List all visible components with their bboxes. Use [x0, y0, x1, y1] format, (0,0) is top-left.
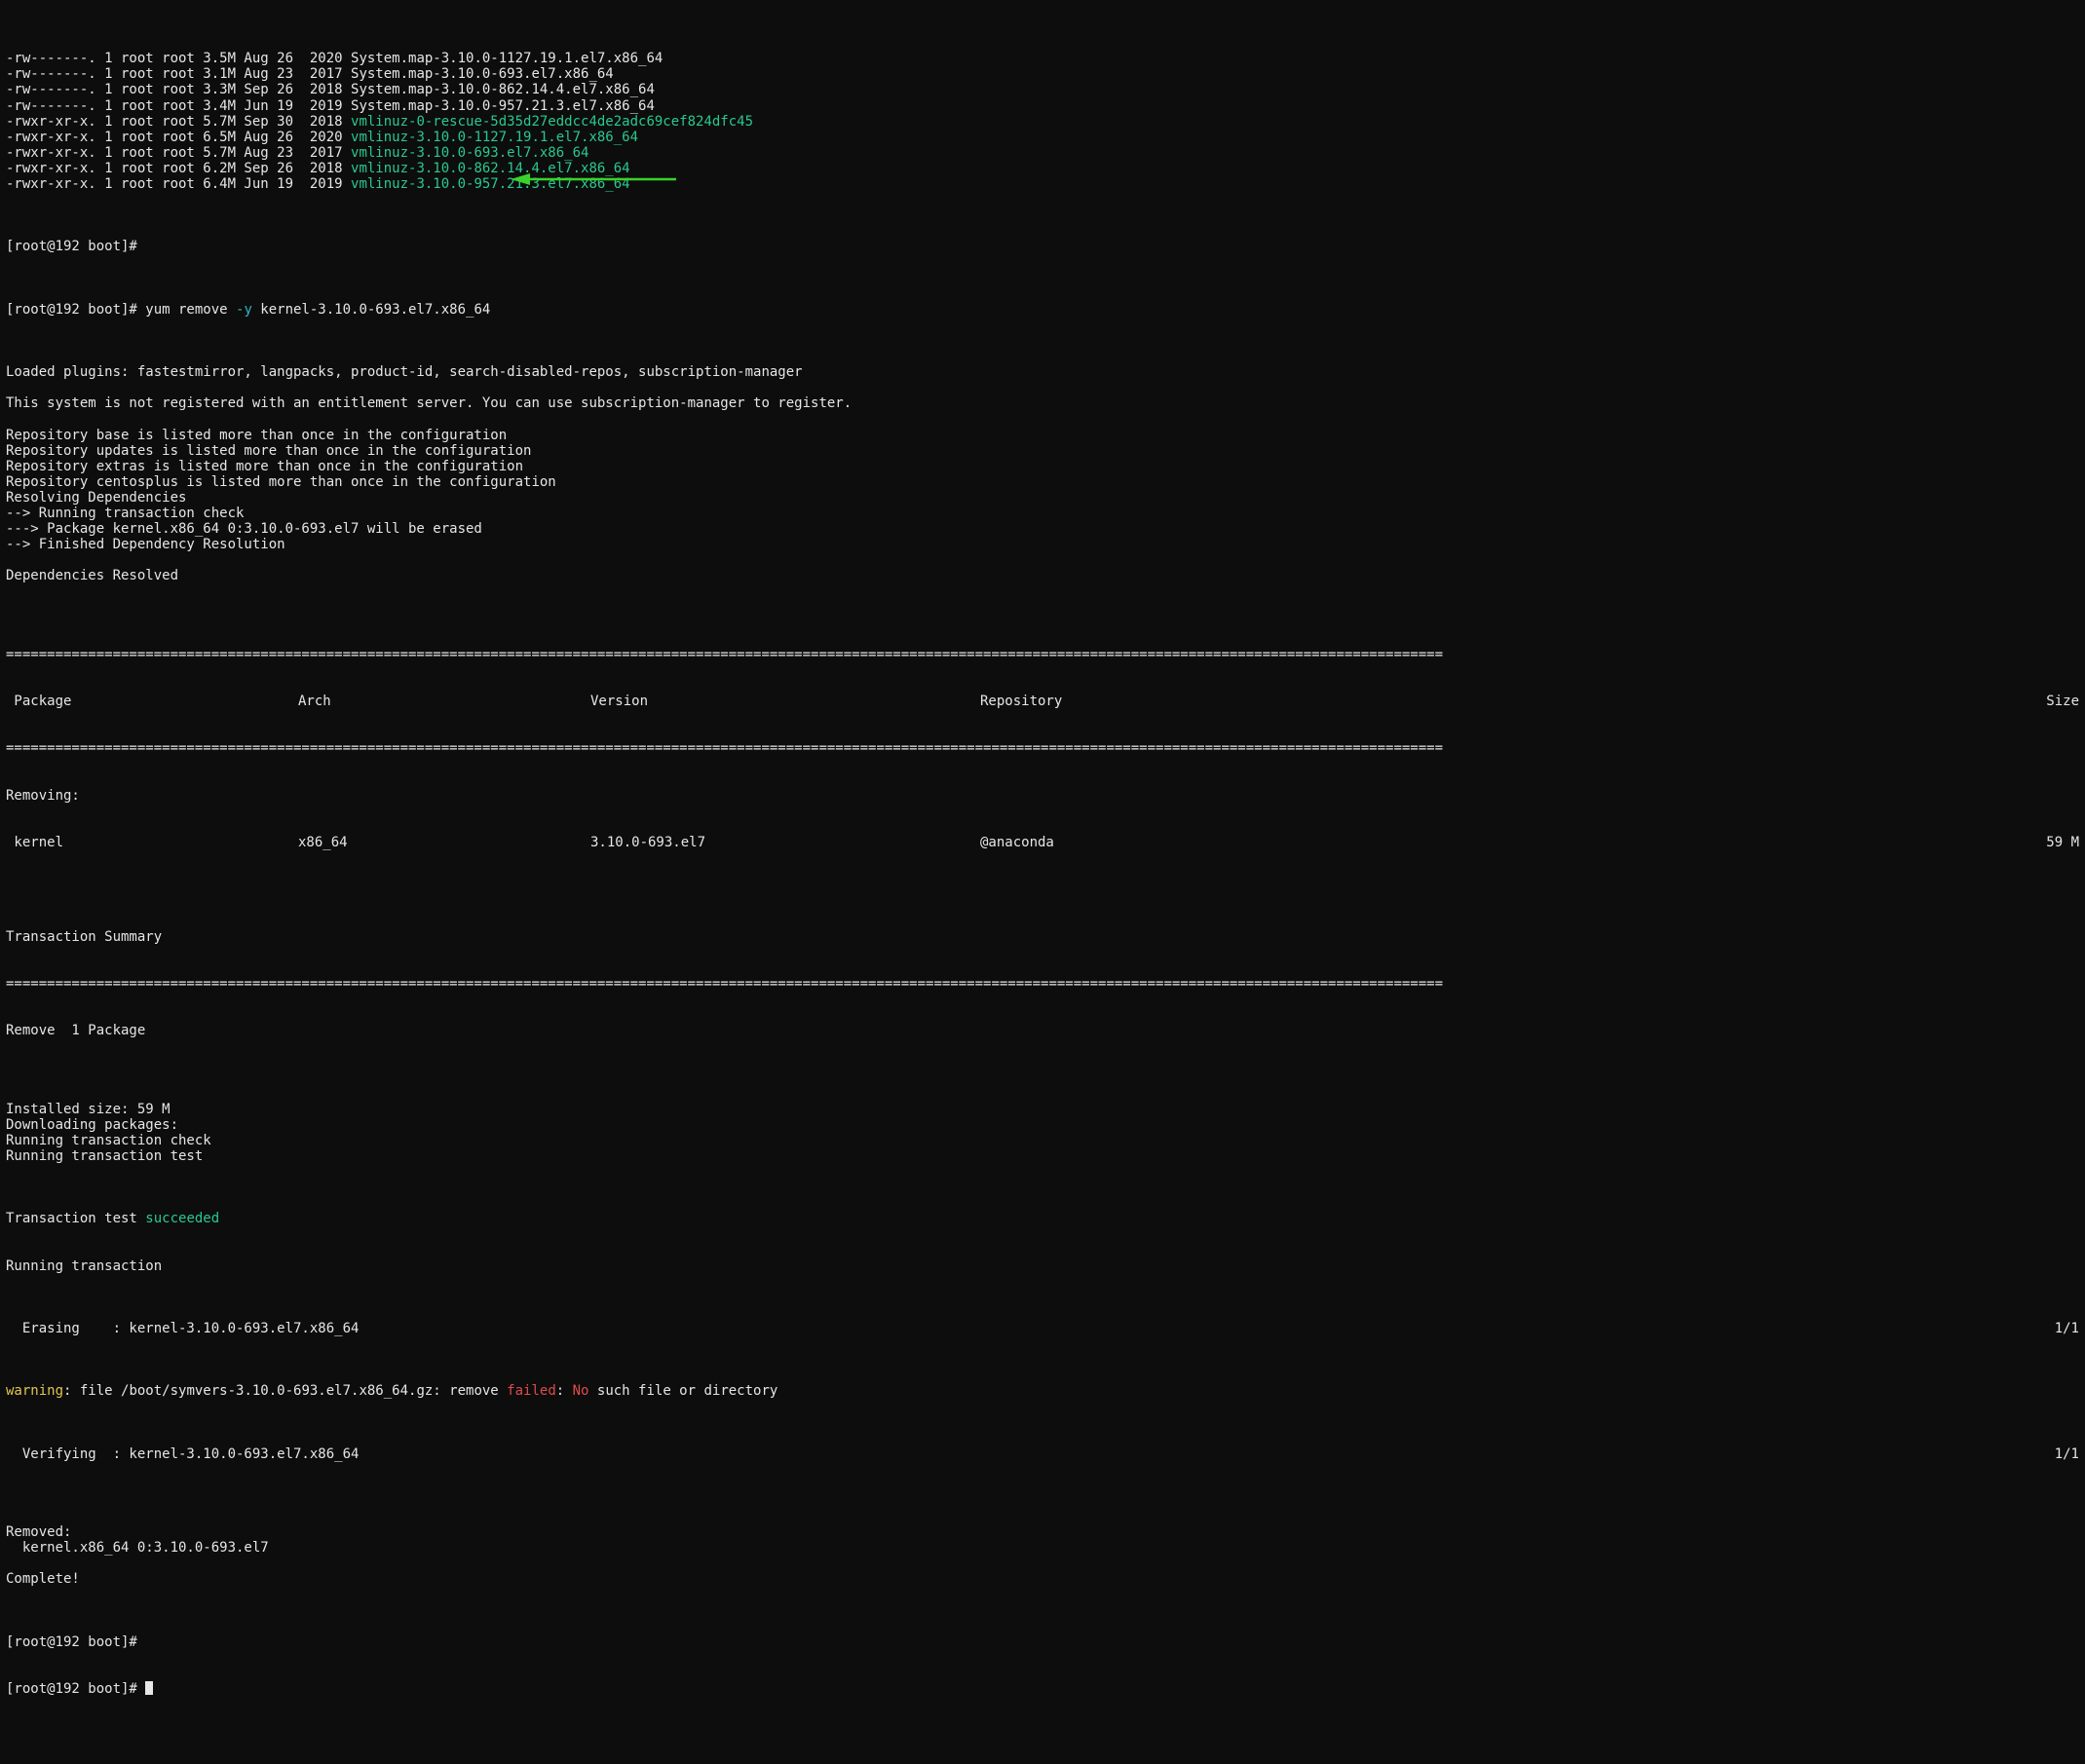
output-line: Resolving Dependencies [6, 490, 2079, 506]
ls-entry: -rwxr-xr-x. 1 root root 6.5M Aug 26 2020… [6, 130, 2079, 145]
output-line: Running transaction test [6, 1148, 2079, 1164]
package-name: kernel [6, 835, 298, 850]
table-header: Package Arch Version Repository Size [6, 694, 2079, 709]
ls-filename: System.map-3.10.0-693.el7.x86_64 [351, 66, 614, 82]
output-line: Repository base is listed more than once… [6, 428, 2079, 443]
output-line: This system is not registered with an en… [6, 395, 2079, 411]
output-line: Repository centosplus is listed more tha… [6, 474, 2079, 490]
output-line: Running transaction check [6, 1133, 2079, 1148]
output-line: Repository extras is listed more than on… [6, 459, 2079, 474]
succeeded-status: succeeded [145, 1211, 219, 1226]
output-line [6, 1556, 2079, 1571]
output-line: kernel.x86_64 0:3.10.0-693.el7 [6, 1540, 2079, 1556]
prompt-final-2[interactable]: [root@192 boot]# [6, 1681, 2079, 1697]
output-line: Downloading packages: [6, 1117, 2079, 1133]
output-line [6, 583, 2079, 599]
output-line [6, 411, 2079, 427]
verifying-line: Verifying : kernel-3.10.0-693.el7.x86_64… [6, 1446, 2079, 1462]
package-arch: x86_64 [298, 835, 590, 850]
running-transaction-line: Running transaction [6, 1258, 2079, 1274]
column-repository: Repository [980, 694, 1326, 709]
ls-entry: -rwxr-xr-x. 1 root root 6.4M Jun 19 2019… [6, 176, 2079, 192]
failed-word: failed [507, 1383, 556, 1399]
ls-filename: vmlinuz-0-rescue-5d35d27eddcc4de2adc69ce… [351, 114, 753, 130]
separator-rule: ========================================… [6, 647, 2079, 662]
column-arch: Arch [298, 694, 590, 709]
column-version: Version [590, 694, 980, 709]
blank-line [6, 882, 2079, 897]
ls-filename: vmlinuz-3.10.0-1127.19.1.el7.x86_64 [351, 130, 638, 145]
ls-filename: System.map-3.10.0-1127.19.1.el7.x86_64 [351, 51, 663, 66]
no-word: No [573, 1383, 589, 1399]
package-row: kernel x86_64 3.10.0-693.el7 @anaconda 5… [6, 835, 2079, 850]
ls-entry: -rw-------. 1 root root 3.4M Jun 19 2019… [6, 98, 2079, 114]
ls-entry: -rwxr-xr-x. 1 root root 5.7M Aug 23 2017… [6, 145, 2079, 161]
ls-entry: -rwxr-xr-x. 1 root root 6.2M Sep 26 2018… [6, 161, 2079, 176]
warning-line: warning: file /boot/symvers-3.10.0-693.e… [6, 1383, 2079, 1399]
terminal-output[interactable]: -rw-------. 1 root root 3.5M Aug 26 2020… [0, 0, 2085, 1764]
ls-entry: -rw-------. 1 root root 3.1M Aug 23 2017… [6, 66, 2079, 82]
cursor-block [145, 1681, 153, 1695]
prompt-final-1: [root@192 boot]# [6, 1634, 2079, 1650]
package-repo: @anaconda [980, 835, 1326, 850]
remove-count: Remove 1 Package [6, 1023, 2079, 1038]
transaction-summary-label: Transaction Summary [6, 929, 2079, 945]
transaction-test-line: Transaction test succeeded [6, 1211, 2079, 1226]
ls-filename: vmlinuz-3.10.0-693.el7.x86_64 [351, 145, 588, 161]
command-flag: -y [236, 302, 252, 318]
column-package: Package [6, 694, 298, 709]
ls-filename: System.map-3.10.0-862.14.4.el7.x86_64 [351, 82, 655, 97]
output-line: Removed: [6, 1524, 2079, 1540]
output-line: Complete! [6, 1571, 2079, 1587]
command-line: [root@192 boot]# yum remove -y kernel-3.… [6, 302, 2079, 318]
output-line: --> Running transaction check [6, 506, 2079, 521]
output-line: Installed size: 59 M [6, 1102, 2079, 1117]
prompt-empty: [root@192 boot]# [6, 239, 2079, 254]
ls-entry: -rw-------. 1 root root 3.3M Sep 26 2018… [6, 82, 2079, 97]
ls-entry: -rw-------. 1 root root 3.5M Aug 26 2020… [6, 51, 2079, 66]
output-line: Loaded plugins: fastestmirror, langpacks… [6, 364, 2079, 380]
package-size: 59 M [1326, 835, 2079, 850]
output-line [6, 552, 2079, 568]
erasing-line: Erasing : kernel-3.10.0-693.el7.x86_641/… [6, 1321, 2079, 1336]
output-line: ---> Package kernel.x86_64 0:3.10.0-693.… [6, 521, 2079, 537]
ls-filename: vmlinuz-3.10.0-862.14.4.el7.x86_64 [351, 161, 630, 176]
output-line: --> Finished Dependency Resolution [6, 537, 2079, 552]
removing-label: Removing: [6, 788, 2079, 804]
output-line [6, 380, 2079, 395]
output-line: Dependencies Resolved [6, 568, 2079, 583]
output-line: Repository updates is listed more than o… [6, 443, 2079, 459]
output-line [6, 1509, 2079, 1524]
ls-entry: -rwxr-xr-x. 1 root root 5.7M Sep 30 2018… [6, 114, 2079, 130]
warning-label: warning [6, 1383, 63, 1399]
ls-filename: System.map-3.10.0-957.21.3.el7.x86_64 [351, 98, 655, 114]
separator-rule: ========================================… [6, 740, 2079, 756]
column-size: Size [1326, 694, 2079, 709]
ls-filename: vmlinuz-3.10.0-957.21.3.el7.x86_64 [351, 176, 630, 192]
package-version: 3.10.0-693.el7 [590, 835, 980, 850]
output-line [6, 1085, 2079, 1101]
separator-rule: ========================================… [6, 976, 2079, 992]
